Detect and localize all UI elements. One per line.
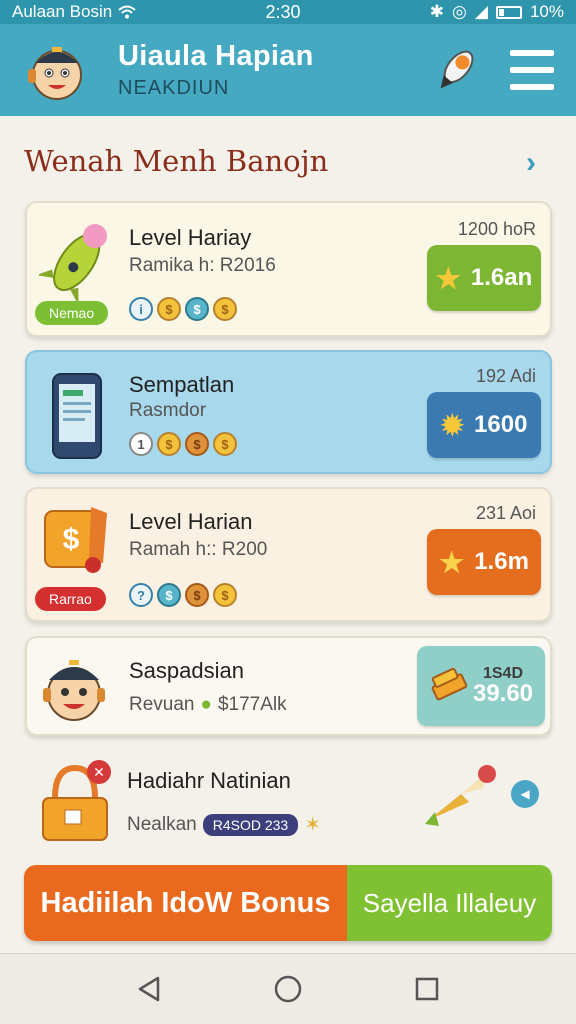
card-subtitle: Revuan ● $177Alk	[129, 694, 287, 716]
card-subtitle-prefix: Revuan	[129, 694, 195, 715]
menu-line	[510, 67, 554, 73]
coin-icon: $	[157, 432, 181, 456]
menu-line	[510, 50, 554, 56]
star-icon: ★	[435, 262, 461, 294]
sparkle-icon: ✶	[304, 814, 321, 836]
card-title: Hadiahr Natinian	[127, 768, 291, 793]
app-header: Uiaula Hapian NEAKDIUN	[0, 24, 576, 116]
money-bag-icon: $	[44, 507, 107, 573]
reward-card-1[interactable]: Nemao Level Hariay Ramika h: R2016 i $ $…	[25, 201, 552, 337]
play-icon[interactable]: ◀	[511, 780, 539, 808]
wifi-icon	[118, 5, 136, 19]
status-time: 2:30	[265, 1, 301, 22]
reward-card-5[interactable]: ✕ Hadiahr Natinian Nealkan R4SOD 233 ✶ ◀	[25, 750, 552, 850]
app-subtitle: NEAKDIUN	[118, 77, 230, 99]
menu-line	[510, 84, 554, 90]
claim-button[interactable]: ★ 1.6m	[427, 529, 541, 595]
chevron-right-icon[interactable]: ›	[526, 146, 536, 180]
carrier-name: Aulaan Bosin	[12, 2, 113, 21]
app-title: Uiaula Hapian	[118, 40, 314, 72]
header-titles: Uiaula Hapian NEAKDIUN	[118, 40, 428, 100]
battery-percent: 10%	[529, 2, 564, 21]
svg-text:✕: ✕	[93, 764, 105, 780]
battery-icon	[495, 5, 522, 19]
recents-icon[interactable]	[407, 969, 447, 1009]
coin-row: i $ $ $	[129, 297, 237, 321]
coin-icon: $	[157, 297, 181, 321]
signal-icon: ◢	[474, 2, 488, 21]
home-icon[interactable]	[268, 969, 308, 1009]
coin-row: 1 $ $ $	[129, 432, 237, 456]
coin-icon: $	[213, 297, 237, 321]
card-title: Saspadsian	[129, 658, 244, 683]
star-icon: ★	[439, 546, 465, 578]
leaf-icon: ●	[200, 694, 212, 715]
help-coin-icon: ?	[129, 583, 153, 607]
rocket-character-icon	[39, 224, 108, 301]
rocket-icon[interactable]	[428, 42, 484, 98]
card-meta: 192 Adi	[475, 366, 536, 386]
mascot-avatar-icon[interactable]	[22, 35, 92, 105]
card-subtitle: Rasmdor	[129, 400, 207, 421]
price-main: 39.60	[472, 680, 534, 707]
gift-basket-icon: ✕	[42, 760, 111, 841]
bonus-button[interactable]: Hadiilah IdoW Bonus	[24, 865, 347, 941]
card-title: Level Harian	[129, 509, 253, 534]
back-icon[interactable]	[129, 969, 169, 1009]
reward-card-4[interactable]: Saspadsian Revuan ● $177Alk 1S4D 39.60	[25, 636, 552, 736]
coin-icon: $	[157, 583, 181, 607]
bluetooth-icon: ✱	[429, 2, 445, 21]
smartphone-icon	[52, 373, 102, 459]
card-title: Sempatlan	[129, 372, 235, 397]
info-coin-icon: i	[129, 297, 153, 321]
secondary-button[interactable]: Sayella Illaleuy	[347, 865, 552, 941]
reward-card-3[interactable]: $ Rarrao Level Harian Ramah h:: R200 ? $…	[25, 487, 552, 622]
card-subtitle: Ramika h: R2016	[129, 255, 276, 276]
coin-icon: $	[213, 432, 237, 456]
card-title: Level Hariay	[129, 225, 252, 250]
card-subtitle-value: $177Alk	[217, 694, 287, 715]
reward-card-2[interactable]: Sempatlan Rasmdor 1 $ $ $ 192 Adi ✹ 1600	[25, 350, 552, 474]
card-meta: 1200 hoR	[457, 219, 536, 239]
svg-text:$: $	[63, 523, 80, 556]
coin-icon: $	[185, 297, 209, 321]
status-right: ✱ ◎ ◢ 10%	[374, 2, 564, 22]
claim-button-label: 1.6an	[470, 264, 533, 291]
coin-icon: $	[185, 432, 209, 456]
coin-row: ? $ $ $	[129, 583, 237, 607]
card-subtitle: Nealkan R4SOD 233 ✶	[127, 812, 321, 837]
section-title: Wenah Menh Banojn	[24, 144, 329, 178]
alarm-icon: ◎	[452, 2, 467, 21]
status-left: Aulaan Bosin	[12, 2, 212, 22]
claim-button-label: 1.6m	[474, 548, 529, 575]
coin-icon: $	[213, 583, 237, 607]
rocket-icon	[425, 765, 496, 826]
card-meta: 231 Aoi	[475, 503, 536, 523]
number-coin-icon: 1	[129, 432, 153, 456]
gold-bars-icon	[431, 667, 468, 701]
sun-icon: ✹	[440, 409, 465, 441]
character-avatar-icon	[43, 660, 105, 721]
status-bar: Aulaan Bosin 2:30 ✱ ◎ ◢ 10%	[0, 0, 576, 24]
claim-button[interactable]: ✹ 1600	[427, 392, 541, 458]
system-nav-bar	[0, 953, 576, 1024]
price-button[interactable]: 1S4D 39.60	[417, 646, 545, 726]
claim-button-label: 1600	[474, 411, 528, 438]
card-tag: Rarrao	[35, 587, 106, 611]
price-stack: 1S4D 39.60	[473, 666, 533, 706]
bonus-bar: Hadiilah IdoW Bonus Sayella Illaleuy	[24, 865, 552, 941]
card-subtitle: Ramah h:: R200	[129, 539, 268, 560]
hamburger-menu-icon[interactable]	[510, 50, 554, 90]
coin-icon: $	[185, 583, 209, 607]
claim-button[interactable]: ★ 1.6an	[427, 245, 541, 311]
card-subtitle-prefix: Nealkan	[127, 813, 197, 835]
card-tag: Nemao	[35, 301, 109, 325]
reward-badge: R4SOD 233	[202, 813, 299, 836]
